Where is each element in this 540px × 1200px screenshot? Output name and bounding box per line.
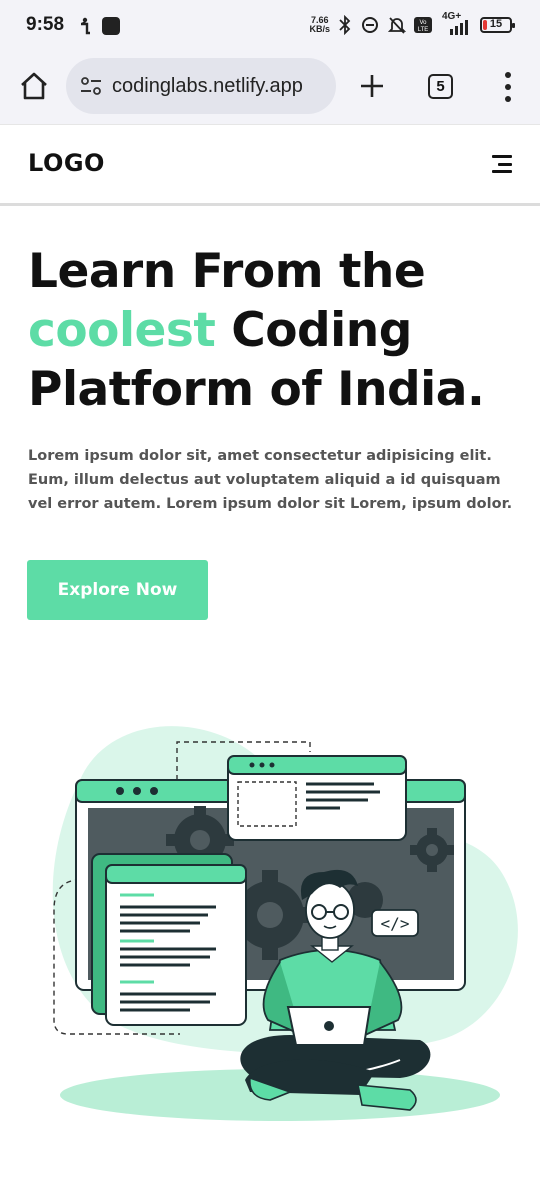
address-bar[interactable]: codinglabs.netlify.app (66, 58, 336, 114)
bluetooth-icon (339, 15, 351, 35)
status-bar: 9:58 7.66 KB/s Vo LTE 4G+ 15 (0, 0, 540, 52)
svg-text:Vo: Vo (419, 20, 427, 26)
browser-menu-icon[interactable] (500, 72, 516, 102)
volte-icon: Vo LTE (414, 17, 432, 33)
signal-icon (450, 20, 468, 35)
battery-icon: 15 (480, 17, 515, 33)
status-system-icons: 7.66 KB/s Vo LTE 4G+ 15 (309, 11, 515, 36)
battery-text: 15 (489, 18, 503, 30)
url-text[interactable]: codinglabs.netlify.app (112, 75, 303, 98)
net-speed: 7.66 KB/s (309, 15, 330, 34)
link-icon (362, 17, 378, 33)
site-settings-icon[interactable] (80, 76, 102, 96)
site-navbar: LOGO (0, 124, 540, 206)
hero-title: Learn From the coolest Coding Platform o… (28, 242, 528, 419)
app-notification-icon (102, 17, 120, 35)
hamburger-menu-icon[interactable] (492, 155, 512, 173)
info-icon (81, 17, 90, 35)
hero-title-accent: coolest (28, 303, 216, 358)
hero-title-line2: Coding (215, 303, 412, 358)
status-notification-icons (78, 16, 120, 36)
tab-switcher-button[interactable]: 5 (428, 74, 453, 99)
mute-icon (388, 17, 406, 34)
svg-text:LTE: LTE (418, 27, 429, 33)
code-tag-text: </> (381, 914, 410, 933)
status-time: 9:58 (26, 14, 65, 35)
browser-toolbar: codinglabs.netlify.app 5 (0, 52, 540, 124)
hero-description: Lorem ipsum dolor sit, amet consectetur … (28, 448, 513, 512)
coding-illustration: </> (52, 726, 518, 1121)
hero-title-line3: Platform of India. (28, 362, 485, 417)
site-logo[interactable]: LOGO (28, 149, 105, 177)
explore-now-button[interactable]: Explore Now (27, 560, 208, 620)
new-tab-icon[interactable] (358, 72, 386, 100)
signal-indicator: 4G+ (440, 11, 472, 36)
hero-title-line1: Learn From the (28, 244, 426, 299)
home-icon[interactable] (18, 70, 50, 102)
